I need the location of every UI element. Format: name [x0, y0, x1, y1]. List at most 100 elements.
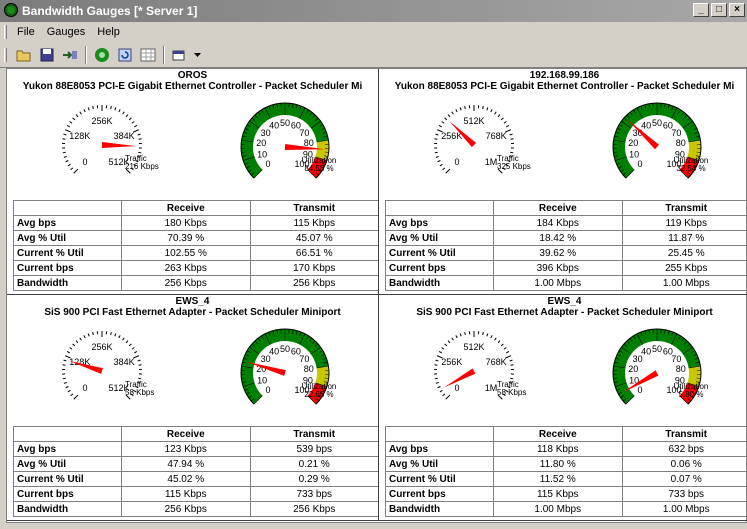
receive-value: 18.42 %	[493, 230, 623, 246]
table-row: Avg % Util 11.80 % 0.06 %	[385, 456, 747, 472]
receive-value: 1.00 Mbps	[493, 501, 623, 517]
table-row: Current bps 115 Kbps 733 bps	[385, 486, 747, 502]
traffic-gauge: 0128K256K384K512KTraffic58 Kbps	[62, 331, 154, 400]
transmit-header: Transmit	[621, 426, 747, 442]
traffic-tick	[131, 121, 135, 124]
receive-header: Receive	[493, 200, 623, 216]
traffic-tick	[137, 359, 141, 362]
traffic-tick	[434, 377, 438, 380]
transmit-value: 45.07 %	[249, 230, 378, 246]
table-row: Bandwidth 256 Kbps 256 Kbps	[13, 501, 378, 517]
row-label: Current % Util	[13, 245, 122, 261]
receive-value: 263 Kbps	[121, 260, 251, 276]
traffic-tick	[125, 114, 129, 118]
panel-adapter: Yukon 88E8053 PCI-E Gigabit Ethernet Con…	[22, 81, 363, 92]
traffic-tick	[438, 351, 442, 354]
transmit-value: 11.87 %	[621, 230, 747, 246]
toolbar-separator	[85, 45, 87, 64]
row-label: Avg % Util	[385, 456, 494, 472]
grid-icon[interactable]	[138, 45, 158, 65]
transmit-value: 256 Kbps	[249, 501, 378, 517]
traffic-tick	[92, 331, 94, 336]
row-label: Bandwidth	[385, 275, 494, 291]
traffic-tick	[497, 340, 501, 344]
table-row: Avg % Util 18.42 % 11.87 %	[385, 230, 747, 246]
row-label: Current bps	[385, 260, 494, 276]
traffic-tick	[65, 160, 69, 163]
traffic-tick	[486, 333, 489, 337]
receive-value: 11.52 %	[493, 471, 623, 487]
receive-value: 70.39 %	[121, 230, 251, 246]
row-label: Current % Util	[385, 471, 494, 487]
row-label: Avg % Util	[13, 230, 122, 246]
row-label: Bandwidth	[13, 501, 122, 517]
traffic-needle	[444, 368, 476, 388]
menu-help[interactable]: Help	[91, 26, 126, 38]
utilization-tick-label: 0	[638, 159, 643, 169]
utilization-tick-label: 10	[629, 149, 639, 159]
minimize-button[interactable]: _	[693, 3, 709, 17]
panel-host: EWS_4	[175, 296, 210, 307]
traffic-tick-label: 384K	[114, 357, 135, 367]
stats-table: Receive Transmit Avg bps 123 Kbps 539 bps Avg…	[13, 426, 378, 517]
stats-corner	[13, 426, 122, 442]
table-row: Current bps 115 Kbps 733 bps	[13, 486, 378, 502]
menu-gauges[interactable]: Gauges	[41, 26, 92, 38]
traffic-tick	[134, 351, 138, 354]
dropdown-arrow-icon[interactable]	[193, 45, 201, 65]
menu-file[interactable]: File	[11, 26, 41, 38]
maximize-button[interactable]: □	[711, 3, 727, 17]
refresh-icon[interactable]	[115, 45, 135, 65]
row-label: Current bps	[13, 260, 122, 276]
table-row: Current bps 396 Kbps 255 Kbps	[385, 260, 747, 276]
open-folder-icon[interactable]	[14, 45, 34, 65]
table-row: Bandwidth 256 Kbps 256 Kbps	[13, 275, 378, 291]
utilization-gauge: 010203040 50 60708090100Utilization84.53 %	[240, 102, 336, 179]
utilization-tick-label: 80	[676, 364, 686, 374]
status-bar	[0, 523, 747, 529]
utilization-value: 84.53 %	[304, 164, 333, 173]
transmit-value: 0.07 %	[621, 471, 747, 487]
traffic-value: 325 Kbps	[497, 162, 531, 171]
stats-corner	[385, 426, 494, 442]
table-row: Avg bps 123 Kbps 539 bps	[13, 441, 378, 457]
utilization-tick-label: 70	[671, 128, 681, 138]
traffic-tick-label: 512K	[463, 116, 484, 126]
traffic-tick	[441, 121, 445, 124]
utilization-tick-label: 0	[266, 159, 271, 169]
traffic-tick	[497, 114, 501, 118]
traffic-tick	[75, 114, 79, 118]
traffic-tick-label: 0	[455, 383, 460, 393]
traffic-tick-label: 768K	[486, 357, 507, 367]
save-icon[interactable]	[37, 45, 57, 65]
traffic-tick	[83, 109, 86, 113]
start-icon[interactable]	[92, 45, 112, 65]
gauge-panel: EWS_4 SiS 900 PCI Fast Ethernet Adapter …	[7, 295, 379, 521]
traffic-tick	[503, 347, 507, 350]
traffic-tick	[442, 167, 446, 171]
table-row: Bandwidth 1.00 Mbps 1.00 Mbps	[385, 275, 747, 291]
menu-bar: File Gauges Help	[0, 22, 747, 42]
receive-value: 184 Kbps	[493, 215, 623, 231]
options-icon[interactable]	[170, 45, 190, 65]
row-label: Current bps	[385, 486, 494, 502]
receive-value: 39.62 %	[493, 245, 623, 261]
traffic-tick	[69, 347, 73, 350]
traffic-tick	[69, 121, 73, 124]
traffic-tick-label: 0	[83, 157, 88, 167]
table-row: Avg bps 180 Kbps 115 Kbps	[13, 215, 378, 231]
traffic-tick	[134, 125, 138, 128]
traffic-tick	[67, 163, 71, 167]
traffic-tick	[451, 337, 454, 341]
traffic-tick	[490, 109, 493, 113]
traffic-tick	[79, 337, 82, 341]
traffic-tick	[128, 343, 132, 347]
row-label: Avg bps	[385, 441, 494, 457]
connect-icon[interactable]	[60, 45, 80, 65]
row-label: Current bps	[13, 486, 122, 502]
panel-adapter: Yukon 88E8053 PCI-E Gigabit Ethernet Con…	[394, 81, 735, 92]
close-button[interactable]: ×	[729, 3, 745, 17]
utilization-tick-label: 80	[304, 364, 314, 374]
traffic-tick	[70, 393, 74, 397]
traffic-tick	[445, 168, 451, 174]
